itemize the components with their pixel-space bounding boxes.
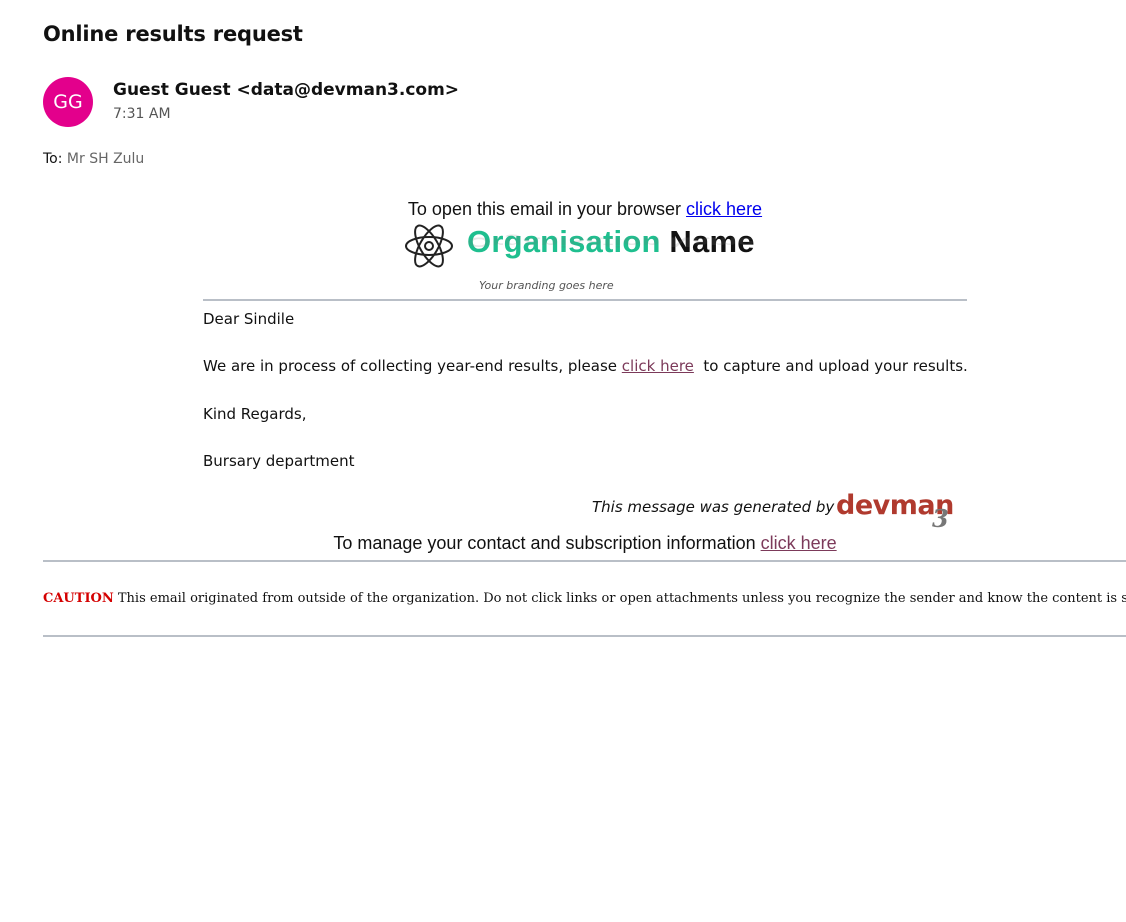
organisation-logo: Organisation Name Organisation Name Your… (403, 220, 773, 298)
logo-tagline: Your branding goes here (479, 279, 614, 292)
request-suffix: to capture and upload your results. (693, 357, 968, 375)
organisation-name-reflection: Organisation Name (467, 234, 755, 250)
open-in-browser-line: To open this email in your browser click… (0, 199, 1126, 220)
greeting: Dear Sindile (203, 310, 295, 328)
recipient-line: To: Mr SH Zulu (43, 151, 144, 167)
devman-version: 3 (932, 504, 949, 533)
caution-bottom-divider (43, 635, 1126, 637)
recipient-name[interactable]: Mr SH Zulu (67, 151, 144, 167)
request-text: We are in process of collecting year-end… (203, 357, 622, 375)
sender-name[interactable]: Guest Guest <data@devman3.com> (113, 80, 459, 100)
caution-banner: CAUTION This email originated from outsi… (43, 591, 1126, 606)
caution-label: CAUTION (43, 591, 114, 606)
avatar[interactable]: GG (43, 77, 93, 127)
open-in-browser-link[interactable]: click here (686, 199, 762, 219)
signature-department: Bursary department (203, 452, 355, 470)
to-label: To: (43, 151, 63, 167)
atom-icon (405, 224, 453, 268)
closing: Kind Regards, (203, 405, 307, 423)
manage-subscription-text: To manage your contact and subscription … (333, 533, 761, 553)
manage-subscription-link[interactable]: click here (761, 533, 837, 553)
email-subject: Online results request (43, 22, 303, 46)
capture-results-link[interactable]: click here (622, 357, 694, 375)
manage-subscription-line: To manage your contact and subscription … (0, 533, 1126, 554)
request-paragraph: We are in process of collecting year-end… (203, 357, 968, 375)
caution-top-divider (43, 560, 1126, 562)
generated-by-text: This message was generated by (592, 498, 835, 516)
header-divider (203, 299, 967, 301)
devman-logo[interactable]: devman 3 (836, 490, 960, 536)
sent-time: 7:31 AM (113, 106, 171, 122)
open-in-browser-text: To open this email in your browser (407, 199, 687, 219)
caution-text: This email originated from outside of th… (113, 591, 1126, 606)
